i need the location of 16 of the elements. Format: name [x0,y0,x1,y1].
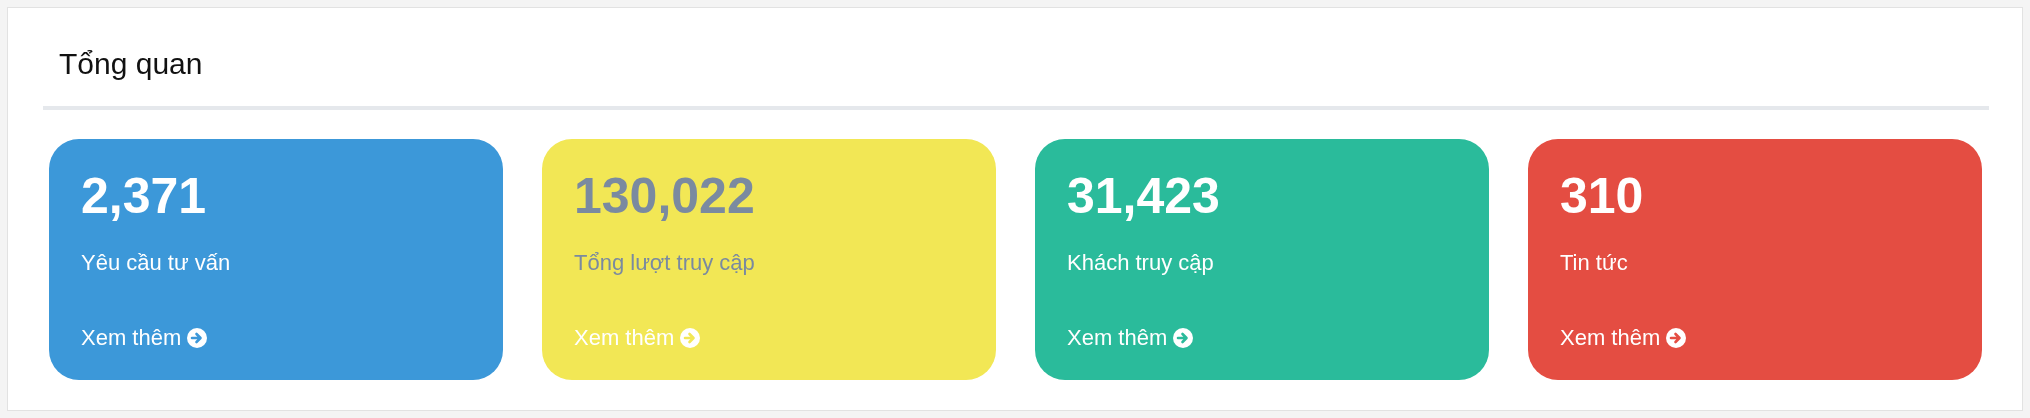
more-link[interactable]: Xem thêm [1067,321,1194,354]
stat-value: 31,423 [1067,169,1221,224]
stat-value: 310 [1560,169,1645,224]
arrow-circle-icon [680,327,701,348]
stat-label: Tổng lượt truy cập [574,249,756,277]
arrow-circle-icon [1666,327,1687,348]
panel-title: Tổng quan [58,46,204,82]
arrow-circle-icon [1173,327,1194,348]
arrow-circle-icon [187,327,208,348]
more-link[interactable]: Xem thêm [81,321,208,354]
stat-label: Yêu cầu tư vấn [81,249,232,277]
stat-value: 2,371 [81,169,208,224]
stat-value: 130,022 [574,169,756,224]
more-link[interactable]: Xem thêm [1560,321,1687,354]
stat-label: Khách truy cập [1067,249,1215,277]
stat-label: Tin tức [1560,249,1629,277]
